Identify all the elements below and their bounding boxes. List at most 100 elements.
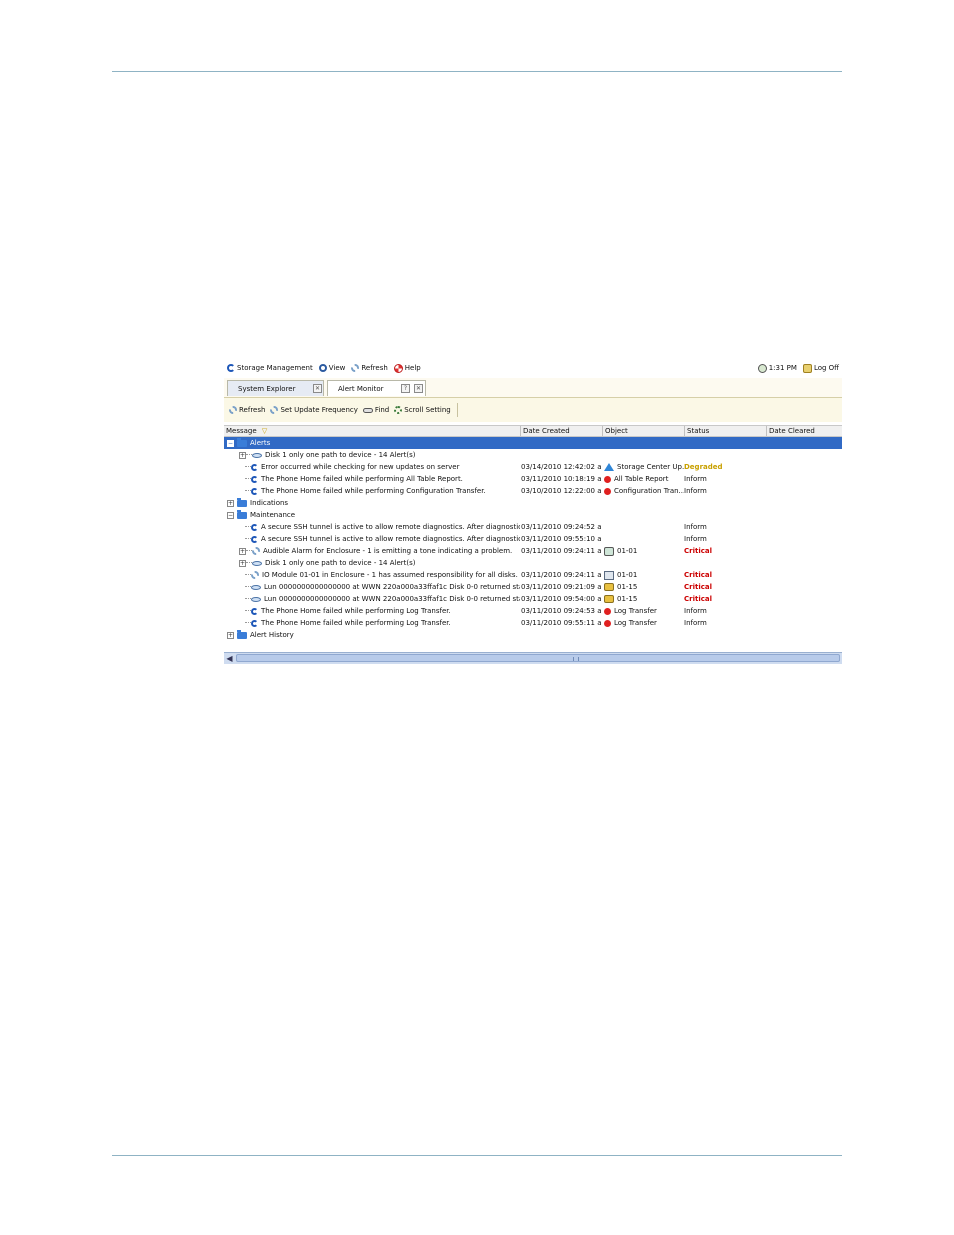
close-icon[interactable]: ✕ [414, 384, 423, 393]
status-badge: Inform [684, 523, 707, 531]
find-button[interactable]: Find [362, 406, 389, 414]
compellent-alert-icon [251, 523, 258, 531]
view-menu[interactable]: View [318, 364, 345, 372]
table-row[interactable]: IO Module 01-01 in Enclosure - 1 has ass… [224, 569, 842, 581]
io-module-icon [604, 570, 614, 580]
sort-arrow-icon: ▽ [261, 427, 268, 435]
tab-alert-monitor[interactable]: Alert Monitor ? ✕ [327, 380, 426, 396]
status-badge: Inform [684, 535, 707, 543]
table-row[interactable]: A secure SSH tunnel is active to allow r… [224, 521, 842, 533]
binoculars-icon [362, 407, 373, 413]
log-off-icon [802, 363, 812, 373]
status-badge: Critical [684, 547, 713, 555]
help-icon[interactable]: ? [401, 384, 410, 393]
table-row[interactable]: Error occurred while checking for new up… [224, 461, 842, 473]
compellent-alert-icon [251, 475, 258, 483]
io-module-alert-icon [251, 571, 259, 579]
expand-icon[interactable]: + [227, 631, 234, 639]
status-badge: Inform [684, 487, 707, 495]
table-row[interactable]: − Alerts [224, 437, 842, 449]
table-row[interactable]: + Disk 1 only one path to device - 14 Al… [224, 557, 842, 569]
table-row[interactable]: + Alert History [224, 629, 842, 641]
help-menu[interactable]: Help [393, 363, 421, 373]
compellent-alert-icon [251, 463, 258, 471]
disk-icon [604, 595, 614, 603]
alert-group-icon [252, 452, 262, 458]
refresh-button[interactable]: Refresh [229, 406, 265, 414]
scroll-setting-button[interactable]: Scroll Setting [394, 406, 451, 414]
status-badge: Inform [684, 475, 707, 483]
table-row[interactable]: + Audible Alarm for Enclosure - 1 is emi… [224, 545, 842, 557]
alert-group-icon [252, 560, 262, 566]
scrollbar-grip-icon [573, 657, 579, 661]
status-badge: Critical [684, 595, 713, 603]
disk-icon [604, 583, 614, 591]
status-badge: Critical [684, 583, 713, 591]
storage-center-icon [604, 463, 614, 471]
close-icon[interactable]: ✕ [313, 384, 322, 393]
table-row[interactable]: − Maintenance [224, 509, 842, 521]
column-header-object[interactable]: Object [602, 426, 684, 436]
expand-icon[interactable]: + [239, 559, 246, 567]
compellent-alert-icon [251, 487, 258, 495]
set-update-frequency-button[interactable]: Set Update Frequency [270, 406, 358, 414]
expand-icon[interactable]: + [239, 547, 246, 555]
table-row[interactable]: The Phone Home failed while performing L… [224, 617, 842, 629]
compellent-logo-icon [227, 364, 235, 372]
column-header-date-created[interactable]: Date Created [520, 426, 602, 436]
tab-strip: System Explorer ✕ Alert Monitor ? ✕ [224, 378, 842, 398]
scroll-left-arrow-icon[interactable]: ◀ [225, 654, 234, 663]
table-row[interactable]: The Phone Home failed while performing A… [224, 473, 842, 485]
lifebuoy-icon [393, 363, 403, 373]
compellent-alert-icon [251, 619, 258, 627]
lun-alert-icon [251, 596, 261, 602]
refresh-menu[interactable]: Refresh [351, 364, 388, 372]
lun-alert-icon [251, 584, 261, 590]
status-badge: Inform [684, 619, 707, 627]
column-header-message[interactable]: Message ▽ [224, 426, 520, 436]
table-row[interactable]: + Indications [224, 497, 842, 509]
collapse-icon[interactable]: − [227, 511, 234, 519]
storage-management-menu[interactable]: Storage Management [227, 364, 313, 372]
alarm-group-icon [252, 547, 260, 555]
refresh-icon [229, 406, 237, 414]
page-bottom-rule [112, 1155, 842, 1156]
folder-icon [237, 437, 247, 447]
table-row[interactable]: Lun 0000000000000000 at WWN 220a000a33ff… [224, 593, 842, 605]
table-row[interactable]: The Phone Home failed while performing L… [224, 605, 842, 617]
status-badge: Degraded [684, 463, 723, 471]
red-status-dot-icon [604, 487, 611, 495]
scrollbar-thumb[interactable] [236, 654, 840, 662]
table-header: Message ▽ Date Created Object Status Dat… [224, 425, 842, 437]
expand-icon[interactable]: + [227, 499, 234, 507]
table-row[interactable]: + Disk 1 only one path to device - 14 Al… [224, 449, 842, 461]
alert-toolbar: Refresh Set Update Frequency Find Scroll… [224, 398, 842, 422]
red-status-dot-icon [604, 607, 611, 615]
column-header-status[interactable]: Status [684, 426, 766, 436]
frequency-icon [270, 406, 279, 414]
folder-icon [237, 509, 247, 519]
red-status-dot-icon [604, 475, 611, 483]
compellent-alert-icon [251, 535, 258, 543]
storage-management-window: Storage Management View Refresh Help 1:3… [224, 358, 842, 664]
expand-icon[interactable]: + [239, 451, 246, 459]
log-off-button[interactable]: Log Off [802, 363, 839, 373]
clock-icon [757, 363, 767, 373]
red-status-dot-icon [604, 619, 611, 627]
menubar: Storage Management View Refresh Help 1:3… [224, 358, 842, 378]
magnifier-icon [318, 364, 327, 372]
clock-display: 1:31 PM [757, 363, 797, 373]
folder-icon [237, 497, 247, 507]
horizontal-scrollbar[interactable]: ◀ [224, 652, 842, 664]
status-badge: Inform [684, 607, 707, 615]
table-row[interactable]: Lun 0000000000000000 at WWN 220a000a33ff… [224, 581, 842, 593]
status-badge: Critical [684, 571, 713, 579]
table-row[interactable]: A secure SSH tunnel is active to allow r… [224, 533, 842, 545]
collapse-icon[interactable]: − [227, 439, 234, 447]
folder-icon [237, 629, 247, 639]
toolbar-separator [456, 403, 458, 417]
table-row[interactable]: The Phone Home failed while performing C… [224, 485, 842, 497]
column-header-date-cleared[interactable]: Date Cleared [766, 426, 842, 436]
tab-system-explorer[interactable]: System Explorer ✕ [227, 380, 324, 396]
page-top-rule [112, 71, 842, 72]
